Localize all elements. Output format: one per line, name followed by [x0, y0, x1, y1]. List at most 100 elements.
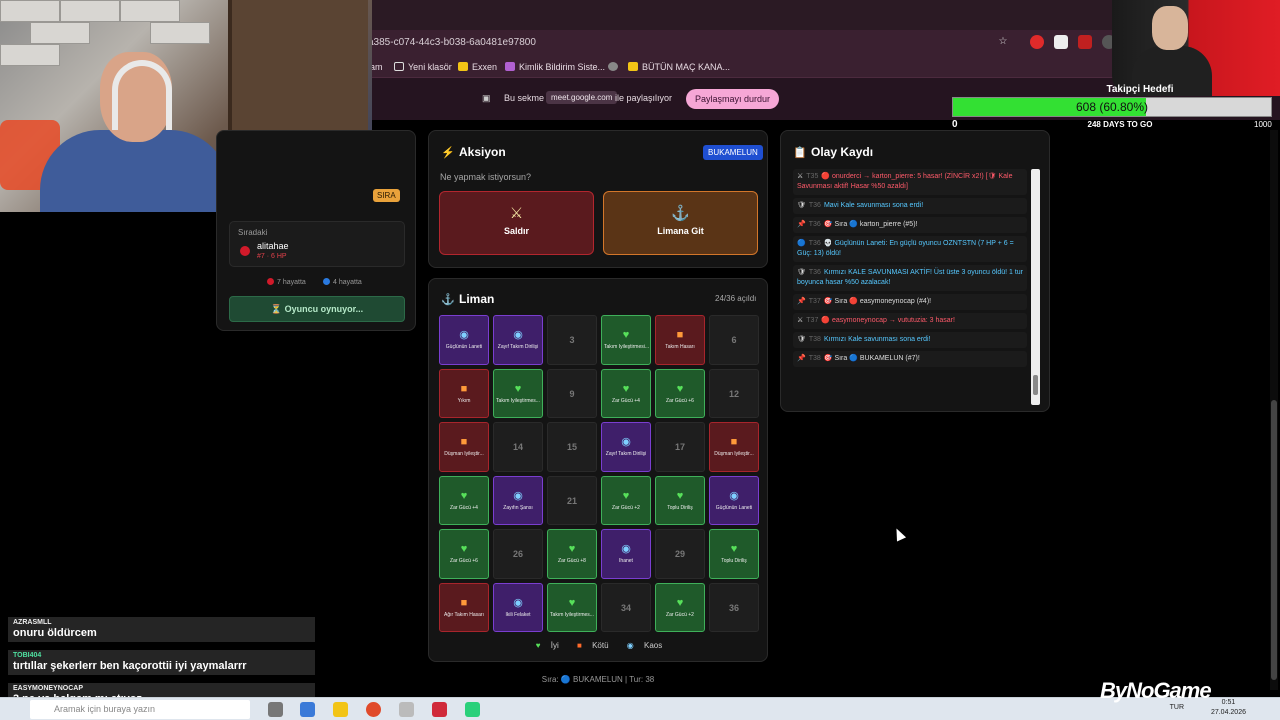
folder-icon[interactable]: [333, 702, 348, 717]
blue-alive-count: 4 hayatta: [323, 278, 362, 286]
event-log-item: 📌 T37 🎯 Sıra 🔴 easymoneynocap (#4)!: [793, 294, 1027, 310]
port-cell[interactable]: 21: [547, 475, 597, 525]
port-cell[interactable]: 26: [493, 529, 543, 579]
language-indicator[interactable]: TUR: [1170, 704, 1184, 711]
heart-icon: ♥: [730, 543, 738, 555]
port-cell[interactable]: 9: [547, 368, 597, 418]
task-view-icon[interactable]: [268, 702, 283, 717]
port-cell[interactable]: 12: [709, 368, 759, 418]
chat-text: onuru öldürcem: [13, 627, 97, 639]
port-cell[interactable]: 14: [493, 422, 543, 472]
star-icon[interactable]: ☆: [996, 35, 1010, 49]
port-cell: ■ Takım Hasarı: [655, 315, 705, 365]
screen-share-icon: ▣: [482, 93, 491, 103]
heart-icon: ♥: [676, 489, 684, 502]
port-cell-label: Zar Gücü +6: [450, 558, 478, 564]
page-scrollbar[interactable]: [1270, 130, 1278, 690]
port-cell-number: 6: [731, 335, 737, 345]
go-to-port-button[interactable]: ⚓ Limana Git: [603, 191, 758, 255]
next-player-label: Sıradaki: [238, 228, 268, 237]
heart-icon: ♥: [676, 596, 684, 609]
clock[interactable]: 0:51 27.04.2026: [1211, 698, 1246, 718]
go-to-port-label: Limana Git: [657, 226, 704, 236]
port-cell-label: İkili Felaket: [505, 611, 531, 618]
port-cell: ■ Düşman İyileştir...: [709, 422, 759, 472]
follower-goal-min: 0: [952, 119, 958, 130]
chrome-icon[interactable]: [366, 702, 381, 717]
portrait-overlay: [1112, 0, 1280, 96]
event-icon: 📌: [797, 355, 806, 362]
port-cell-label: Zar Gücü +4: [450, 504, 478, 511]
share-prefix: Bu sekme: [504, 93, 545, 103]
port-cell-label: Yıkım: [457, 397, 471, 404]
port-cell[interactable]: 17: [655, 422, 705, 472]
app-icon[interactable]: [432, 702, 447, 717]
orb-icon: ◉: [621, 436, 631, 448]
url-text[interactable]: a385-c074-44c3-b038-6a0481e97800: [368, 34, 536, 52]
bookmark-item[interactable]: Yeni klasör: [394, 60, 452, 74]
port-cell: ♥ Takım İyileştirmes...: [493, 368, 543, 418]
chat-username: AZRASMLL: [13, 619, 52, 626]
blue-dot-icon: [323, 278, 330, 285]
stop-sharing-button[interactable]: Paylaşmayı durdur: [686, 89, 780, 109]
next-player-card: Sıradaki alitahae #7 · 6 HP: [229, 221, 405, 267]
port-cell: ♥ Zar Gücü +6: [439, 529, 489, 579]
event-turn: T35: [806, 173, 819, 180]
bookmark-item[interactable]: [608, 60, 622, 74]
action-question: Ne yapmak istiyorsun?: [440, 172, 532, 182]
chat-message: TOBI404 tırtıllar şekerlerr ben kaçorott…: [8, 650, 315, 675]
square-icon: ■: [676, 329, 684, 341]
port-cell: ♥ Takım İyileştirmes...: [547, 582, 597, 632]
app-icon[interactable]: [465, 702, 480, 717]
brand-watermark: ByNoGame: [1100, 678, 1212, 703]
orb-icon: ◉: [459, 329, 469, 341]
attack-button[interactable]: ⚔ Saldır: [439, 191, 594, 255]
port-cell-label: Zayıf Takım Dirilişi: [605, 451, 647, 457]
port-cell-label: Zar Gücü +2: [612, 504, 640, 511]
app-icon[interactable]: [300, 702, 315, 717]
port-cell-number: 29: [674, 549, 685, 559]
follower-goal-title: Takipçi Hedefi: [1106, 84, 1174, 95]
chat-username: EASYMONEYNOCAP: [13, 685, 84, 692]
extension-icon[interactable]: [1030, 35, 1044, 49]
player-playing-button[interactable]: ⏳ Oyuncu oynuyor...: [229, 296, 405, 322]
legend-good: ♥ İyi: [535, 641, 559, 650]
event-log-scrollbar[interactable]: [1031, 169, 1040, 405]
port-cell[interactable]: 34: [601, 582, 651, 632]
event-icon: 🛡: [797, 336, 806, 343]
port-cell[interactable]: 15: [547, 422, 597, 472]
event-log-item: 🛡 T36 Kırmızı KALE SAVUNMASI AKTİF! Üst üs…: [793, 265, 1027, 291]
action-panel: ⚡ Aksiyon BUKAMELUN Ne yapmak istiyorsun?…: [428, 130, 768, 268]
square-icon: ■: [460, 382, 468, 395]
event-log-item: 📌 T36 🎯 Sıra 🔵 karton_pierre (#5)!: [793, 217, 1027, 233]
scrollbar-thumb[interactable]: [1033, 375, 1038, 395]
event-icon: ⚔: [797, 317, 804, 324]
port-cell: ◉ İkili Felaket: [493, 582, 543, 632]
bookmark-item[interactable]: Kimlik Bildirim Siste...: [505, 60, 605, 74]
port-cell[interactable]: 29: [655, 529, 705, 579]
port-cell-label: Zar Gücü +2: [666, 611, 694, 618]
event-text: 🎯 Sıra 🔵 karton_pierre (#5)!: [823, 221, 918, 228]
port-cell-label: Ağır Takım Hasarı: [444, 611, 484, 618]
bookmark-item[interactable]: BÜTÜN MAÇ KANA...: [628, 60, 730, 74]
extension-icon[interactable]: [1078, 35, 1092, 49]
bookmark-icon: [505, 62, 515, 71]
turn-status: Sıra: 🔵 BUKAMELUN | Tur: 38: [541, 675, 655, 684]
event-text: 🎯 Sıra 🔵 BUKAMELUN (#7)!: [823, 355, 920, 362]
event-turn: T38: [808, 355, 821, 362]
legend-bad: ■ Kötü: [576, 641, 609, 650]
taskbar-search[interactable]: Aramak için buraya yazın: [30, 700, 250, 719]
extension-icon[interactable]: [1054, 35, 1068, 49]
port-legend: ♥ İyi ■ Kötü ◉ Kaos: [429, 641, 769, 650]
port-cell-label: Güçlünün Laneti: [715, 504, 753, 511]
app-icon[interactable]: [399, 702, 414, 717]
port-cell-number: 3: [569, 335, 575, 345]
port-cell[interactable]: 36: [709, 582, 759, 632]
event-icon: ⚔: [797, 173, 804, 180]
port-cell[interactable]: 3: [547, 315, 597, 365]
page-scrollbar-thumb[interactable]: [1271, 400, 1277, 680]
event-log-title: 📋 Olay Kaydı: [793, 145, 874, 159]
bookmark-item[interactable]: Exxen: [458, 60, 497, 74]
port-cell[interactable]: 6: [709, 315, 759, 365]
attack-label: Saldır: [503, 226, 529, 236]
